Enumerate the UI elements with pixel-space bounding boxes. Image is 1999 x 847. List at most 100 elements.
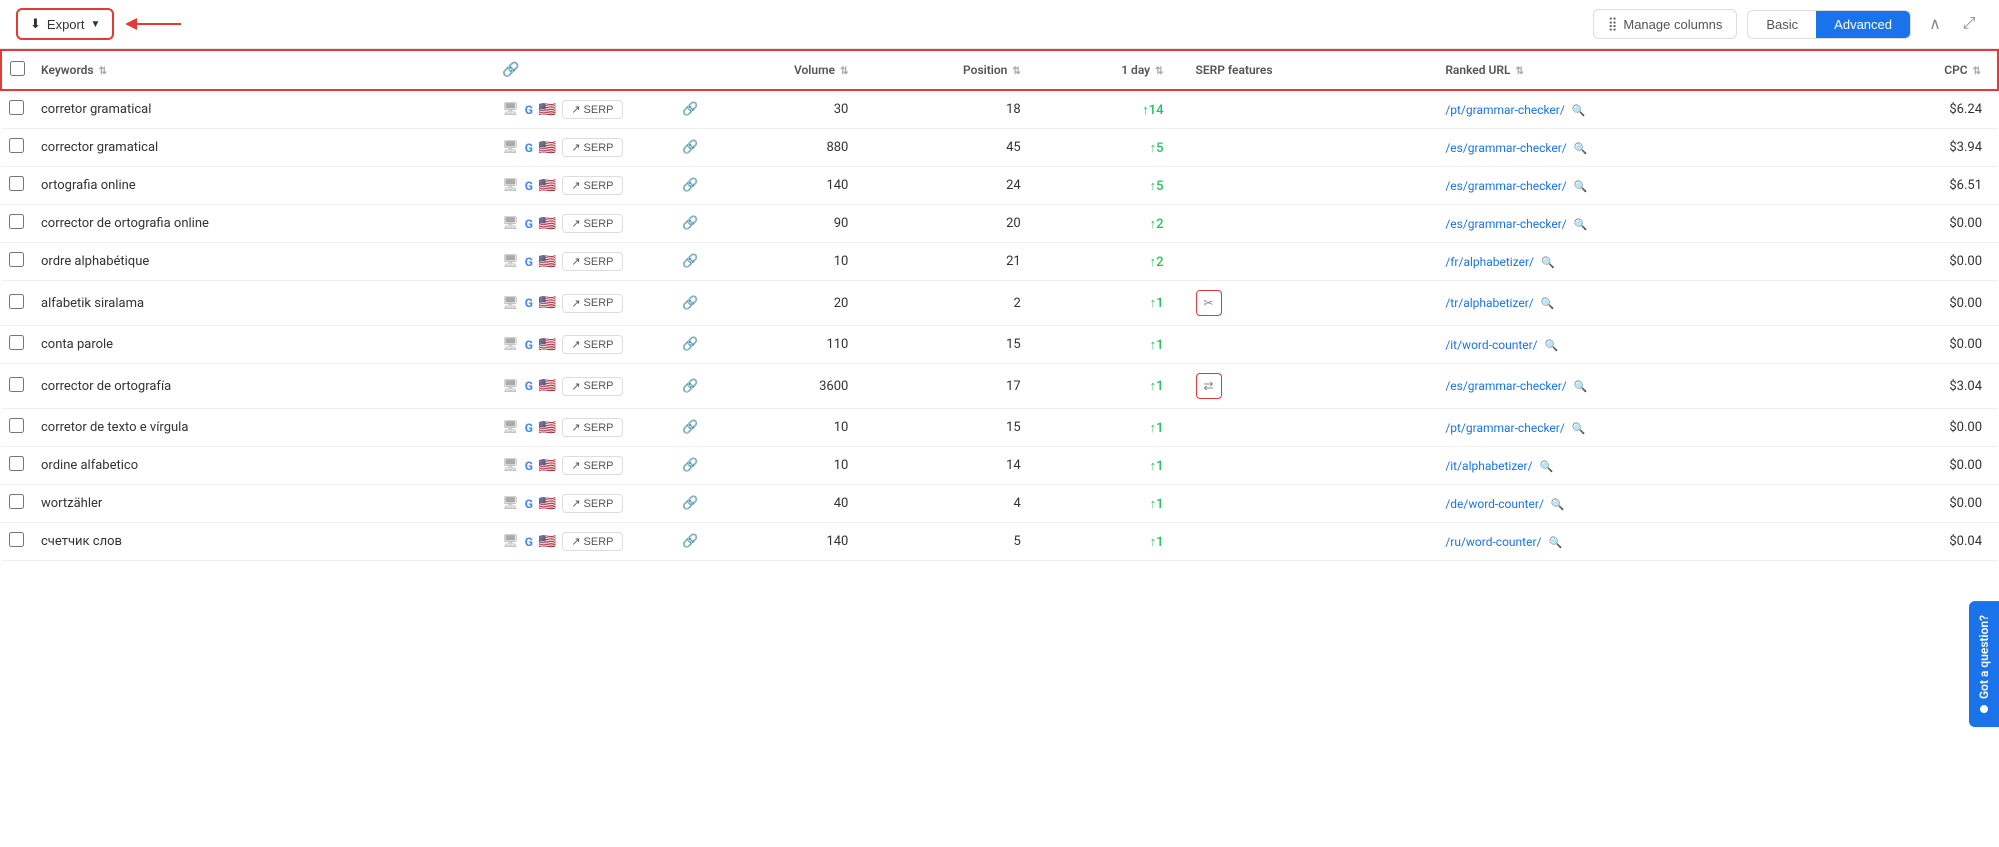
ranked-url-link[interactable]: /ru/word-counter/ xyxy=(1445,535,1541,549)
ranked-url-link[interactable]: /tr/alphabetizer/ xyxy=(1445,296,1533,310)
serp-button[interactable]: ↗ SERP xyxy=(562,252,622,271)
cpc-cell: $0.00 xyxy=(1879,447,1998,485)
serp-features-cell xyxy=(1188,90,1438,129)
ranked-url-link[interactable]: /pt/grammar-checker/ xyxy=(1445,421,1565,435)
collapse-button[interactable]: ∧ xyxy=(1921,10,1949,38)
serp-button[interactable]: ↗ SERP xyxy=(562,214,622,233)
search-url-icon[interactable]: 🔍 xyxy=(1545,339,1559,352)
export-label: Export xyxy=(47,17,85,32)
volume-cell: 90 xyxy=(706,205,872,243)
monitor-icon: 🖥 xyxy=(502,458,519,473)
ranked-url-column-header[interactable]: Ranked URL ⇅ xyxy=(1437,50,1879,90)
tools-cell: 🖥 G 🇺🇸 ↗ SERP xyxy=(494,326,674,364)
search-url-icon[interactable]: 🔍 xyxy=(1572,104,1586,117)
row-checkbox[interactable] xyxy=(9,176,24,191)
tools-cell: 🖥 G 🇺🇸 ↗ SERP xyxy=(494,281,674,326)
tools-cell: 🖥 G 🇺🇸 ↗ SERP xyxy=(494,243,674,281)
serp-button[interactable]: ↗ SERP xyxy=(562,294,622,313)
cpc-cell: $0.00 xyxy=(1879,326,1998,364)
tab-advanced[interactable]: Advanced xyxy=(1816,11,1910,38)
row-checkbox[interactable] xyxy=(9,456,24,471)
chart-icon: ↗ xyxy=(571,141,580,154)
ranked-url-link[interactable]: /it/alphabetizer/ xyxy=(1445,459,1532,473)
serp-button[interactable]: ↗ SERP xyxy=(562,456,622,475)
keywords-column-header[interactable]: Keywords ⇅ xyxy=(33,50,494,90)
serp-button[interactable]: ↗ SERP xyxy=(562,100,622,119)
link-cell: 🔗 xyxy=(674,90,706,129)
position-column-header[interactable]: Position ⇅ xyxy=(872,50,1044,90)
google-icon: G xyxy=(525,535,533,549)
ranked-url-link[interactable]: /fr/alphabetizer/ xyxy=(1445,255,1534,269)
serp-button[interactable]: ↗ SERP xyxy=(562,176,622,195)
search-url-icon[interactable]: 🔍 xyxy=(1574,218,1588,231)
chain-link-icon: 🔗 xyxy=(682,216,698,231)
search-url-icon[interactable]: 🔍 xyxy=(1574,180,1588,193)
row-checkbox-cell xyxy=(1,129,33,167)
search-url-icon[interactable]: 🔍 xyxy=(1574,142,1588,155)
serp-button[interactable]: ↗ SERP xyxy=(562,377,622,396)
cpc-column-header[interactable]: CPC ⇅ xyxy=(1879,50,1998,90)
serp-button[interactable]: ↗ SERP xyxy=(562,138,622,157)
ranked-url-cell: /de/word-counter/ 🔍 xyxy=(1437,485,1879,523)
table-row: conta parole 🖥 G 🇺🇸 ↗ SERP 🔗 110 15 ↑1 xyxy=(1,326,1998,364)
serp-label: SERP xyxy=(584,460,614,472)
position-cell: 21 xyxy=(872,243,1044,281)
serp-button[interactable]: ↗ SERP xyxy=(562,418,622,437)
serp-button[interactable]: ↗ SERP xyxy=(562,532,622,551)
chart-icon: ↗ xyxy=(571,255,580,268)
row-checkbox[interactable] xyxy=(9,100,24,115)
serp-label: SERP xyxy=(584,380,614,392)
flag-icon: 🇺🇸 xyxy=(539,534,556,550)
tab-basic[interactable]: Basic xyxy=(1748,11,1816,38)
row-checkbox[interactable] xyxy=(9,138,24,153)
fullscreen-button[interactable]: ⤢ xyxy=(1955,10,1983,38)
flag-icon: 🇺🇸 xyxy=(539,254,556,270)
search-url-icon[interactable]: 🔍 xyxy=(1541,297,1555,310)
row-checkbox[interactable] xyxy=(9,335,24,350)
table-row: ordre alphabétique 🖥 G 🇺🇸 ↗ SERP 🔗 10 21 xyxy=(1,243,1998,281)
ranked-url-link[interactable]: /de/word-counter/ xyxy=(1445,497,1544,511)
search-url-icon[interactable]: 🔍 xyxy=(1541,256,1555,269)
day1-column-header[interactable]: 1 day ⇅ xyxy=(1045,50,1188,90)
keyword-cell: ortografia online xyxy=(33,167,494,205)
ranked-url-link[interactable]: /es/grammar-checker/ xyxy=(1445,141,1566,155)
google-icon: G xyxy=(525,179,533,193)
volume-column-header[interactable]: Volume ⇅ xyxy=(706,50,872,90)
dropdown-arrow-icon: ▼ xyxy=(90,19,100,30)
row-checkbox[interactable] xyxy=(9,494,24,509)
sort-icon: ⇅ xyxy=(1155,66,1163,77)
keyword-cell: счетчик слов xyxy=(33,523,494,561)
chain-link-icon: 🔗 xyxy=(682,140,698,155)
ranked-url-link[interactable]: /es/grammar-checker/ xyxy=(1445,379,1566,393)
serp-button[interactable]: ↗ SERP xyxy=(562,494,622,513)
manage-columns-button[interactable]: ⣿ Manage columns xyxy=(1593,9,1738,39)
search-url-icon[interactable]: 🔍 xyxy=(1572,422,1586,435)
search-url-icon[interactable]: 🔍 xyxy=(1548,536,1562,549)
transfer-icon: ⇄ xyxy=(1196,373,1222,399)
serp-button[interactable]: ↗ SERP xyxy=(562,335,622,354)
row-checkbox[interactable] xyxy=(9,418,24,433)
row-checkbox[interactable] xyxy=(9,377,24,392)
row-checkbox[interactable] xyxy=(9,214,24,229)
got-question-widget[interactable]: Got a question? xyxy=(1969,601,1999,727)
search-url-icon[interactable]: 🔍 xyxy=(1551,498,1565,511)
ranked-url-link[interactable]: /pt/grammar-checker/ xyxy=(1445,103,1565,117)
ranked-url-link[interactable]: /it/word-counter/ xyxy=(1445,338,1537,352)
search-url-icon[interactable]: 🔍 xyxy=(1574,380,1588,393)
tools-cell: 🖥 G 🇺🇸 ↗ SERP xyxy=(494,523,674,561)
row-checkbox[interactable] xyxy=(9,252,24,267)
flag-icon: 🇺🇸 xyxy=(539,216,556,232)
search-url-icon[interactable]: 🔍 xyxy=(1540,460,1554,473)
export-button[interactable]: ⬇ Export ▼ xyxy=(16,8,114,40)
row-checkbox[interactable] xyxy=(9,532,24,547)
ranked-url-link[interactable]: /es/grammar-checker/ xyxy=(1445,179,1566,193)
row-checkbox[interactable] xyxy=(9,294,24,309)
select-all-checkbox[interactable] xyxy=(10,61,25,76)
link-col xyxy=(674,50,706,90)
ranked-url-link[interactable]: /es/grammar-checker/ xyxy=(1445,217,1566,231)
keyword-cell: corrector gramatical xyxy=(33,129,494,167)
serp-features-cell: ✂ xyxy=(1188,281,1438,326)
sort-icon: ⇅ xyxy=(99,66,107,77)
chart-icon: ↗ xyxy=(571,338,580,351)
day1-value: ↑5 xyxy=(1150,141,1164,156)
